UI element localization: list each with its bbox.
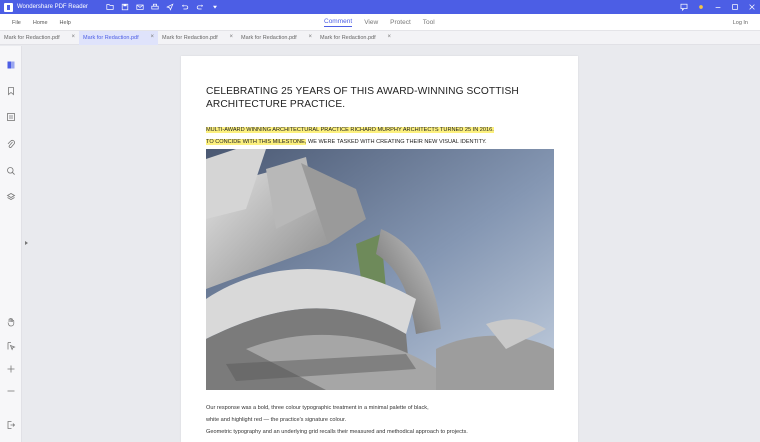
tab-protect[interactable]: Protect	[390, 19, 411, 26]
close-tab-icon[interactable]: ×	[71, 34, 75, 40]
tab-comment[interactable]: Comment	[324, 18, 353, 27]
document-tab[interactable]: Mark for Redaction.pdf ×	[237, 31, 316, 45]
title-line: CELEBRATING 25 YEARS OF THIS AWARD-WINNI…	[206, 86, 519, 97]
title-bar: Wondershare PDF Reader	[0, 0, 760, 14]
document-tab[interactable]: Mark for Redaction.pdf ×	[316, 31, 395, 45]
document-tab-bar: Mark for Redaction.pdf × Mark for Redacti…	[0, 31, 760, 45]
thumbnails-icon[interactable]	[5, 59, 17, 71]
comment-icon[interactable]	[5, 111, 17, 123]
intro-paragraph: MULTI-AWARD WINNING ARCHITECTURAL PRACTI…	[206, 125, 546, 148]
mail-icon[interactable]	[136, 3, 145, 12]
app-title: Wondershare PDF Reader	[17, 4, 88, 10]
body-line: Our response was a bold, three colour ty…	[206, 405, 429, 411]
login-link[interactable]: Log In	[733, 20, 748, 26]
close-icon[interactable]	[747, 3, 756, 12]
title-line: ARCHITECTURE PRACTICE.	[206, 98, 346, 110]
print-icon[interactable]	[151, 3, 160, 12]
tab-tool[interactable]: Tool	[423, 19, 435, 26]
tab-label: Mark for Redaction.pdf	[4, 35, 60, 41]
menu-bar: File Home Help Comment View Protect Tool…	[0, 14, 760, 31]
body-line: Geometric typography and an underlying g…	[206, 429, 468, 435]
minimize-icon[interactable]	[713, 3, 722, 12]
redo-icon[interactable]	[196, 3, 205, 12]
body-line: white and highlight red — the practice's…	[206, 417, 347, 423]
exit-icon[interactable]	[5, 419, 17, 431]
highlighted-text[interactable]: MULTI-AWARD WINNING ARCHITECTURAL PRACTI…	[206, 127, 494, 133]
zoom-out-icon[interactable]	[5, 385, 17, 397]
dropdown-icon[interactable]	[211, 3, 220, 12]
select-icon[interactable]	[5, 340, 17, 352]
hand-icon[interactable]	[5, 316, 17, 328]
document-tab[interactable]: Mark for Redaction.pdf ×	[158, 31, 237, 45]
close-tab-icon[interactable]: ×	[387, 34, 391, 40]
intro-text: WE WERE TASKED WITH CREATING THEIR NEW V…	[306, 138, 487, 145]
architecture-photo	[206, 149, 554, 390]
document-tab[interactable]: Mark for Redaction.pdf ×	[0, 31, 79, 45]
tab-label: Mark for Redaction.pdf	[83, 35, 139, 41]
highlighted-text[interactable]: TO CONCIDE WITH THIS MILESTONE,	[206, 138, 307, 145]
bookmark-icon[interactable]	[5, 85, 17, 97]
zoom-in-icon[interactable]	[5, 363, 17, 375]
app-logo-icon	[4, 2, 13, 12]
attachment-icon[interactable]	[5, 138, 17, 150]
save-icon[interactable]	[121, 3, 130, 12]
menu-file[interactable]: File	[12, 20, 21, 26]
layers-icon[interactable]	[5, 191, 17, 203]
folder-icon[interactable]	[106, 3, 115, 12]
tab-label: Mark for Redaction.pdf	[241, 35, 297, 41]
undo-icon[interactable]	[181, 3, 190, 12]
tab-view[interactable]: View	[364, 19, 378, 26]
maximize-icon[interactable]	[730, 3, 739, 12]
sun-icon[interactable]	[696, 3, 705, 12]
document-tab-active[interactable]: Mark for Redaction.pdf ×	[79, 31, 158, 45]
sidebar-collapse-icon[interactable]	[25, 241, 28, 245]
share-icon[interactable]	[166, 3, 175, 12]
page-title: CELEBRATING 25 YEARS OF THIS AWARD-WINNI…	[206, 86, 526, 111]
search-icon[interactable]	[5, 165, 17, 177]
pdf-page: CELEBRATING 25 YEARS OF THIS AWARD-WINNI…	[181, 56, 578, 442]
tab-label: Mark for Redaction.pdf	[320, 35, 376, 41]
close-tab-icon[interactable]: ×	[308, 34, 312, 40]
chat-icon[interactable]	[679, 3, 688, 12]
menu-home[interactable]: Home	[33, 20, 48, 26]
close-tab-icon[interactable]: ×	[229, 34, 233, 40]
body-paragraph: Our response was a bold, three colour ty…	[206, 402, 546, 438]
menu-help[interactable]: Help	[60, 20, 71, 26]
close-tab-icon[interactable]: ×	[150, 34, 154, 40]
tab-label: Mark for Redaction.pdf	[162, 35, 218, 41]
left-sidebar	[0, 46, 22, 442]
